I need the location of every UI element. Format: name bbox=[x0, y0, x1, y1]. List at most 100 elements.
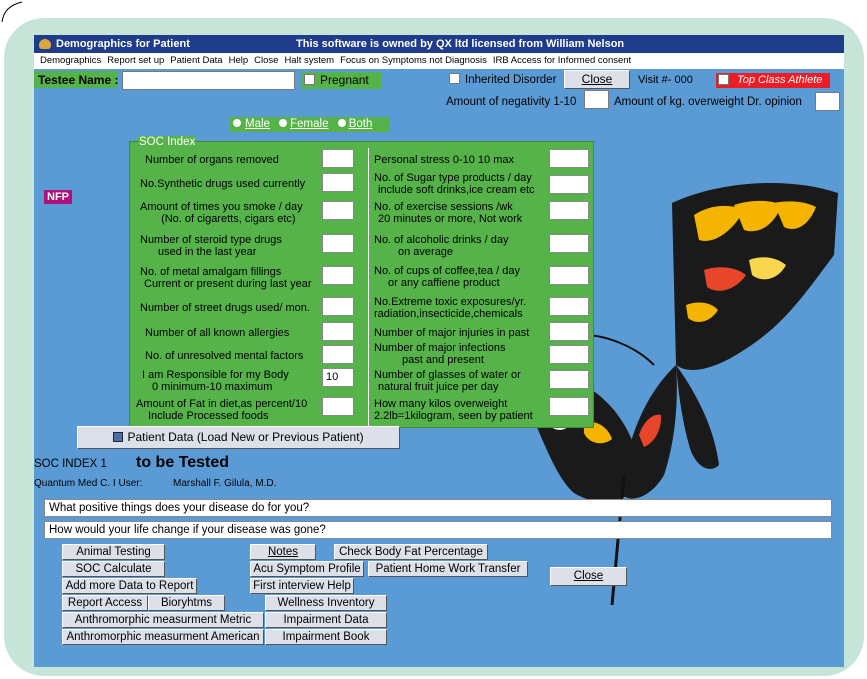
impairment-data-button[interactable]: Impairment Data bbox=[265, 612, 387, 628]
soc-right-label: Number of glasses of water or natural fru… bbox=[374, 369, 521, 393]
menu-halt-system[interactable]: Halt system bbox=[284, 53, 334, 69]
acu-symptom-button[interactable]: Acu Symptom Profile bbox=[250, 561, 364, 577]
overweight-label: Amount of kg. overweight Dr. opinion bbox=[614, 96, 802, 108]
soc-left-label: No.Synthetic drugs used currently bbox=[140, 178, 306, 190]
soc-right-label: No. of exercise sessions /wk 20 minutes o… bbox=[374, 201, 523, 225]
athlete-checkbox[interactable]: Top Class Athlete bbox=[716, 73, 830, 88]
amalgam-fillings-input[interactable] bbox=[322, 266, 354, 285]
screenshot: Demographics for Patient This software i… bbox=[0, 0, 867, 679]
female-radio[interactable] bbox=[279, 119, 288, 127]
synthetic-drugs-input[interactable] bbox=[322, 173, 354, 192]
life-change-field[interactable]: How would your life change if your disea… bbox=[44, 521, 832, 539]
add-more-data-label: Add more Data to Report bbox=[65, 580, 194, 592]
negativity-label: Amount of negativity 1-10 bbox=[446, 96, 577, 108]
testee-name-input[interactable] bbox=[122, 71, 295, 90]
overweight-input[interactable] bbox=[815, 92, 840, 111]
soc-left-label: No. of unresolved mental factors bbox=[145, 350, 304, 362]
both-label: Both bbox=[348, 118, 373, 130]
street-drugs-input[interactable] bbox=[322, 297, 354, 316]
patient-data-label: Patient Data (Load New or Previous Patie… bbox=[127, 430, 364, 444]
menu-close[interactable]: Close bbox=[254, 53, 278, 69]
notes-label: Notes bbox=[267, 546, 299, 558]
responsible-body-input[interactable]: 10 bbox=[322, 368, 354, 387]
nfp-badge: NFP bbox=[44, 190, 72, 204]
fat-diet-input[interactable] bbox=[322, 397, 354, 416]
soc-left-label: I am Responsible for my Body 0 minimum-10… bbox=[142, 369, 289, 393]
soc-right-label: No. of cups of coffee,tea / day or any ca… bbox=[374, 265, 520, 289]
notes-button[interactable]: Notes bbox=[250, 544, 316, 560]
user-label: Quantum Med C. I User: bbox=[34, 478, 143, 489]
soc-right-label: Personal stress 0-10 10 max bbox=[374, 154, 515, 166]
testee-label: Testee Name : bbox=[38, 73, 119, 87]
menu-bar: Demographics Report set up Patient Data Hel… bbox=[34, 53, 844, 69]
soc-divider bbox=[368, 148, 369, 426]
inherited-checkbox[interactable]: Inherited Disorder bbox=[449, 73, 556, 86]
menu-patient-data[interactable]: Patient Data bbox=[170, 53, 222, 69]
soc-right-label: No. of alcoholic drinks / day on average bbox=[374, 234, 509, 258]
soc-left-label: Number of all known allergies bbox=[145, 327, 290, 339]
soc-right-label: No. of Sugar type products / day include … bbox=[374, 172, 535, 196]
positive-things-field[interactable]: What positive things does your disease d… bbox=[44, 499, 832, 517]
app-icon bbox=[39, 39, 51, 49]
toxic-exposures-input[interactable] bbox=[549, 297, 589, 316]
soc-right-label: Number of major injuries in past bbox=[374, 327, 530, 339]
title-bar: Demographics for Patient This software i… bbox=[34, 35, 844, 53]
inherited-check-box[interactable] bbox=[449, 73, 460, 84]
report-access-button[interactable]: Report Access bbox=[62, 595, 148, 611]
exercise-sessions-input[interactable] bbox=[549, 201, 589, 220]
impairment-book-button[interactable]: Impairment Book bbox=[265, 629, 387, 645]
kilos-overweight-input[interactable] bbox=[549, 397, 589, 416]
soc-right-label: No.Extreme toxic exposures/yr. radiation,… bbox=[374, 296, 527, 320]
patient-data-button[interactable]: Patient Data (Load New or Previous Patie… bbox=[77, 426, 400, 449]
both-radio[interactable] bbox=[337, 119, 346, 127]
menu-help[interactable]: Help bbox=[229, 53, 249, 69]
soc-left-label: No. of metal amalgam fillings Current or … bbox=[140, 266, 312, 290]
bioryhtms-button[interactable]: Bioryhtms bbox=[148, 595, 225, 611]
check-body-fat-button[interactable]: Check Body Fat Percentage bbox=[334, 544, 488, 560]
steroid-drugs-input[interactable] bbox=[322, 234, 354, 253]
menu-focus-symptoms[interactable]: Focus on Symptoms not Diagnosis bbox=[340, 53, 487, 69]
soc-left-label: Number of organs removed bbox=[145, 154, 279, 166]
allergies-input[interactable] bbox=[322, 322, 354, 341]
soc-left-label: Number of street drugs used/ mon. bbox=[140, 302, 310, 314]
gender-radio-group: Male Female Both bbox=[230, 117, 390, 132]
menu-report-set-up[interactable]: Report set up bbox=[107, 53, 164, 69]
visit-number: Visit #- 000 bbox=[638, 74, 693, 86]
pregnant-checkbox[interactable]: Pregnant bbox=[301, 72, 381, 89]
menu-irb-access[interactable]: IRB Access for Informed consent bbox=[493, 53, 631, 69]
soc-calculate-button[interactable]: SOC Calculate bbox=[62, 561, 165, 577]
add-more-data-button[interactable]: Add more Data to Report bbox=[62, 578, 197, 594]
anthro-american-button[interactable]: Anthromorphic measurment American bbox=[62, 629, 264, 645]
negativity-input[interactable] bbox=[584, 90, 609, 109]
header-close-button[interactable]: Close bbox=[564, 70, 630, 89]
soc-right-label: How many kilos overweight 2.2lb=1kilogram… bbox=[374, 398, 533, 422]
organs-removed-input[interactable] bbox=[322, 149, 354, 168]
pregnant-label: Pregnant bbox=[320, 73, 369, 87]
major-injuries-input[interactable] bbox=[549, 322, 589, 341]
home-work-transfer-button[interactable]: Patient Home Work Transfer bbox=[368, 561, 528, 577]
soc-left-label: Number of steroid type drugs used in the … bbox=[140, 234, 282, 258]
mental-factors-input[interactable] bbox=[322, 345, 354, 364]
smoke-input[interactable] bbox=[322, 201, 354, 220]
animal-testing-button[interactable]: Animal Testing bbox=[62, 544, 165, 560]
pregnant-check-box[interactable] bbox=[304, 74, 315, 85]
soc-index-panel: SOC Index Number of organs removed No.Sy… bbox=[129, 136, 594, 428]
athlete-check-box[interactable] bbox=[718, 74, 729, 85]
wellness-inventory-button[interactable]: Wellness Inventory bbox=[265, 595, 387, 611]
patient-data-icon bbox=[113, 432, 124, 442]
male-radio[interactable] bbox=[233, 119, 241, 127]
major-infections-input[interactable] bbox=[549, 345, 589, 364]
header-close-label: Close bbox=[581, 72, 613, 86]
first-interview-button[interactable]: First interview Help bbox=[250, 578, 354, 594]
personal-stress-input[interactable] bbox=[549, 149, 589, 168]
bottom-close-button[interactable]: Close bbox=[550, 567, 627, 586]
water-glasses-input[interactable] bbox=[549, 370, 589, 389]
inherited-label: Inherited Disorder bbox=[465, 74, 557, 86]
soc-left-label: Amount of Fat in diet,as percent/10 Inclu… bbox=[136, 398, 308, 422]
coffee-tea-input[interactable] bbox=[549, 266, 589, 285]
alcoholic-drinks-input[interactable] bbox=[549, 234, 589, 253]
user-name: Marshall F. Gilula, M.D. bbox=[173, 478, 277, 489]
sugar-products-input[interactable] bbox=[549, 175, 589, 194]
menu-demographics[interactable]: Demographics bbox=[40, 53, 101, 69]
anthro-metric-button[interactable]: Anthromorphic measurment Metric bbox=[62, 612, 264, 628]
